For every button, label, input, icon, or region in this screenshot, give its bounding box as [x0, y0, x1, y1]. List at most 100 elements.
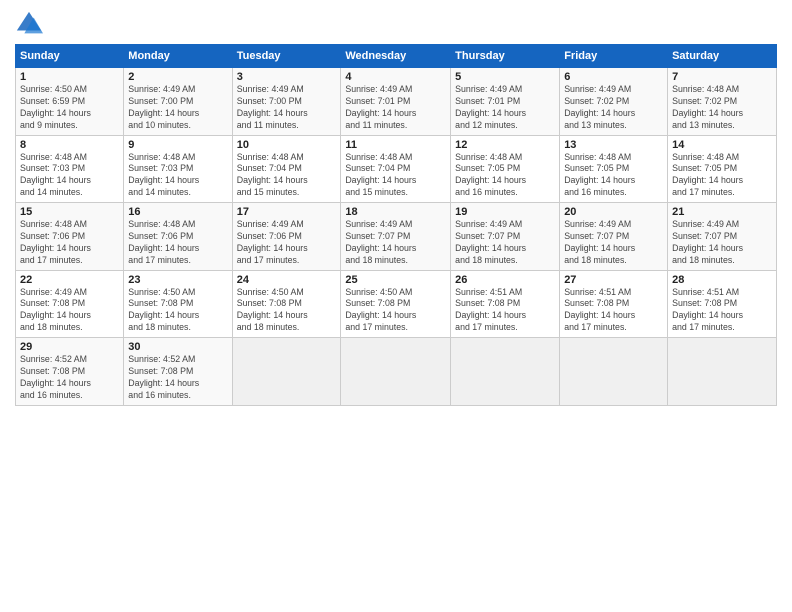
day-number: 1 — [20, 71, 119, 83]
calendar-cell: 28Sunrise: 4:51 AMSunset: 7:08 PMDayligh… — [668, 270, 777, 338]
calendar-cell: 27Sunrise: 4:51 AMSunset: 7:08 PMDayligh… — [560, 270, 668, 338]
day-number: 5 — [455, 71, 555, 83]
day-detail: Sunrise: 4:49 AMSunset: 7:01 PMDaylight:… — [455, 84, 555, 132]
weekday-header-friday: Friday — [560, 45, 668, 68]
day-number: 27 — [564, 274, 663, 286]
day-detail: Sunrise: 4:50 AMSunset: 7:08 PMDaylight:… — [345, 287, 446, 335]
day-detail: Sunrise: 4:48 AMSunset: 7:06 PMDaylight:… — [20, 219, 119, 267]
day-number: 26 — [455, 274, 555, 286]
day-number: 17 — [237, 206, 337, 218]
calendar-body: 1Sunrise: 4:50 AMSunset: 6:59 PMDaylight… — [16, 68, 777, 406]
calendar-cell: 24Sunrise: 4:50 AMSunset: 7:08 PMDayligh… — [232, 270, 341, 338]
day-number: 30 — [128, 341, 227, 353]
weekday-header-monday: Monday — [124, 45, 232, 68]
day-detail: Sunrise: 4:50 AMSunset: 7:08 PMDaylight:… — [128, 287, 227, 335]
calendar-cell: 15Sunrise: 4:48 AMSunset: 7:06 PMDayligh… — [16, 203, 124, 271]
day-detail: Sunrise: 4:49 AMSunset: 7:07 PMDaylight:… — [672, 219, 772, 267]
calendar-cell: 2Sunrise: 4:49 AMSunset: 7:00 PMDaylight… — [124, 68, 232, 136]
day-detail: Sunrise: 4:49 AMSunset: 7:08 PMDaylight:… — [20, 287, 119, 335]
day-number: 4 — [345, 71, 446, 83]
day-number: 21 — [672, 206, 772, 218]
day-number: 12 — [455, 139, 555, 151]
logo — [15, 10, 47, 38]
day-number: 8 — [20, 139, 119, 151]
calendar-cell: 6Sunrise: 4:49 AMSunset: 7:02 PMDaylight… — [560, 68, 668, 136]
calendar-cell: 26Sunrise: 4:51 AMSunset: 7:08 PMDayligh… — [451, 270, 560, 338]
day-number: 16 — [128, 206, 227, 218]
weekday-header-thursday: Thursday — [451, 45, 560, 68]
day-number: 11 — [345, 139, 446, 151]
day-number: 18 — [345, 206, 446, 218]
calendar-cell: 8Sunrise: 4:48 AMSunset: 7:03 PMDaylight… — [16, 135, 124, 203]
day-number: 14 — [672, 139, 772, 151]
day-detail: Sunrise: 4:50 AMSunset: 6:59 PMDaylight:… — [20, 84, 119, 132]
day-detail: Sunrise: 4:48 AMSunset: 7:05 PMDaylight:… — [672, 152, 772, 200]
day-number: 3 — [237, 71, 337, 83]
day-number: 29 — [20, 341, 119, 353]
page: SundayMondayTuesdayWednesdayThursdayFrid… — [0, 0, 792, 612]
day-number: 22 — [20, 274, 119, 286]
calendar-cell: 22Sunrise: 4:49 AMSunset: 7:08 PMDayligh… — [16, 270, 124, 338]
day-number: 25 — [345, 274, 446, 286]
calendar-cell: 20Sunrise: 4:49 AMSunset: 7:07 PMDayligh… — [560, 203, 668, 271]
calendar-cell: 25Sunrise: 4:50 AMSunset: 7:08 PMDayligh… — [341, 270, 451, 338]
calendar-cell: 10Sunrise: 4:48 AMSunset: 7:04 PMDayligh… — [232, 135, 341, 203]
weekday-header-wednesday: Wednesday — [341, 45, 451, 68]
calendar-table: SundayMondayTuesdayWednesdayThursdayFrid… — [15, 44, 777, 406]
day-detail: Sunrise: 4:49 AMSunset: 7:07 PMDaylight:… — [564, 219, 663, 267]
calendar-cell — [560, 338, 668, 406]
weekday-header-sunday: Sunday — [16, 45, 124, 68]
calendar-cell — [668, 338, 777, 406]
day-detail: Sunrise: 4:49 AMSunset: 7:01 PMDaylight:… — [345, 84, 446, 132]
day-detail: Sunrise: 4:48 AMSunset: 7:05 PMDaylight:… — [564, 152, 663, 200]
calendar-header: SundayMondayTuesdayWednesdayThursdayFrid… — [16, 45, 777, 68]
day-number: 9 — [128, 139, 227, 151]
day-detail: Sunrise: 4:51 AMSunset: 7:08 PMDaylight:… — [672, 287, 772, 335]
day-number: 13 — [564, 139, 663, 151]
calendar-cell: 30Sunrise: 4:52 AMSunset: 7:08 PMDayligh… — [124, 338, 232, 406]
calendar-cell — [232, 338, 341, 406]
calendar-week-3: 15Sunrise: 4:48 AMSunset: 7:06 PMDayligh… — [16, 203, 777, 271]
day-detail: Sunrise: 4:52 AMSunset: 7:08 PMDaylight:… — [128, 354, 227, 402]
day-detail: Sunrise: 4:49 AMSunset: 7:02 PMDaylight:… — [564, 84, 663, 132]
calendar-cell: 7Sunrise: 4:48 AMSunset: 7:02 PMDaylight… — [668, 68, 777, 136]
day-detail: Sunrise: 4:48 AMSunset: 7:03 PMDaylight:… — [128, 152, 227, 200]
day-detail: Sunrise: 4:49 AMSunset: 7:07 PMDaylight:… — [455, 219, 555, 267]
day-detail: Sunrise: 4:48 AMSunset: 7:06 PMDaylight:… — [128, 219, 227, 267]
calendar-cell: 29Sunrise: 4:52 AMSunset: 7:08 PMDayligh… — [16, 338, 124, 406]
day-detail: Sunrise: 4:49 AMSunset: 7:00 PMDaylight:… — [237, 84, 337, 132]
header — [15, 10, 777, 38]
calendar-cell: 18Sunrise: 4:49 AMSunset: 7:07 PMDayligh… — [341, 203, 451, 271]
day-detail: Sunrise: 4:49 AMSunset: 7:00 PMDaylight:… — [128, 84, 227, 132]
calendar-cell: 17Sunrise: 4:49 AMSunset: 7:06 PMDayligh… — [232, 203, 341, 271]
day-number: 2 — [128, 71, 227, 83]
day-detail: Sunrise: 4:51 AMSunset: 7:08 PMDaylight:… — [564, 287, 663, 335]
day-detail: Sunrise: 4:49 AMSunset: 7:07 PMDaylight:… — [345, 219, 446, 267]
calendar-week-5: 29Sunrise: 4:52 AMSunset: 7:08 PMDayligh… — [16, 338, 777, 406]
calendar-cell: 4Sunrise: 4:49 AMSunset: 7:01 PMDaylight… — [341, 68, 451, 136]
calendar-cell: 19Sunrise: 4:49 AMSunset: 7:07 PMDayligh… — [451, 203, 560, 271]
day-detail: Sunrise: 4:48 AMSunset: 7:02 PMDaylight:… — [672, 84, 772, 132]
calendar-cell: 14Sunrise: 4:48 AMSunset: 7:05 PMDayligh… — [668, 135, 777, 203]
day-detail: Sunrise: 4:48 AMSunset: 7:04 PMDaylight:… — [237, 152, 337, 200]
day-number: 19 — [455, 206, 555, 218]
weekday-header-saturday: Saturday — [668, 45, 777, 68]
day-number: 15 — [20, 206, 119, 218]
calendar-cell: 3Sunrise: 4:49 AMSunset: 7:00 PMDaylight… — [232, 68, 341, 136]
calendar-week-1: 1Sunrise: 4:50 AMSunset: 6:59 PMDaylight… — [16, 68, 777, 136]
day-number: 28 — [672, 274, 772, 286]
day-detail: Sunrise: 4:48 AMSunset: 7:05 PMDaylight:… — [455, 152, 555, 200]
calendar-cell: 23Sunrise: 4:50 AMSunset: 7:08 PMDayligh… — [124, 270, 232, 338]
calendar-cell: 9Sunrise: 4:48 AMSunset: 7:03 PMDaylight… — [124, 135, 232, 203]
calendar-cell: 21Sunrise: 4:49 AMSunset: 7:07 PMDayligh… — [668, 203, 777, 271]
day-detail: Sunrise: 4:52 AMSunset: 7:08 PMDaylight:… — [20, 354, 119, 402]
calendar-cell: 11Sunrise: 4:48 AMSunset: 7:04 PMDayligh… — [341, 135, 451, 203]
weekday-header-row: SundayMondayTuesdayWednesdayThursdayFrid… — [16, 45, 777, 68]
calendar-cell: 1Sunrise: 4:50 AMSunset: 6:59 PMDaylight… — [16, 68, 124, 136]
day-number: 10 — [237, 139, 337, 151]
day-detail: Sunrise: 4:48 AMSunset: 7:04 PMDaylight:… — [345, 152, 446, 200]
logo-icon — [15, 10, 43, 38]
calendar-cell: 12Sunrise: 4:48 AMSunset: 7:05 PMDayligh… — [451, 135, 560, 203]
day-number: 7 — [672, 71, 772, 83]
day-number: 23 — [128, 274, 227, 286]
